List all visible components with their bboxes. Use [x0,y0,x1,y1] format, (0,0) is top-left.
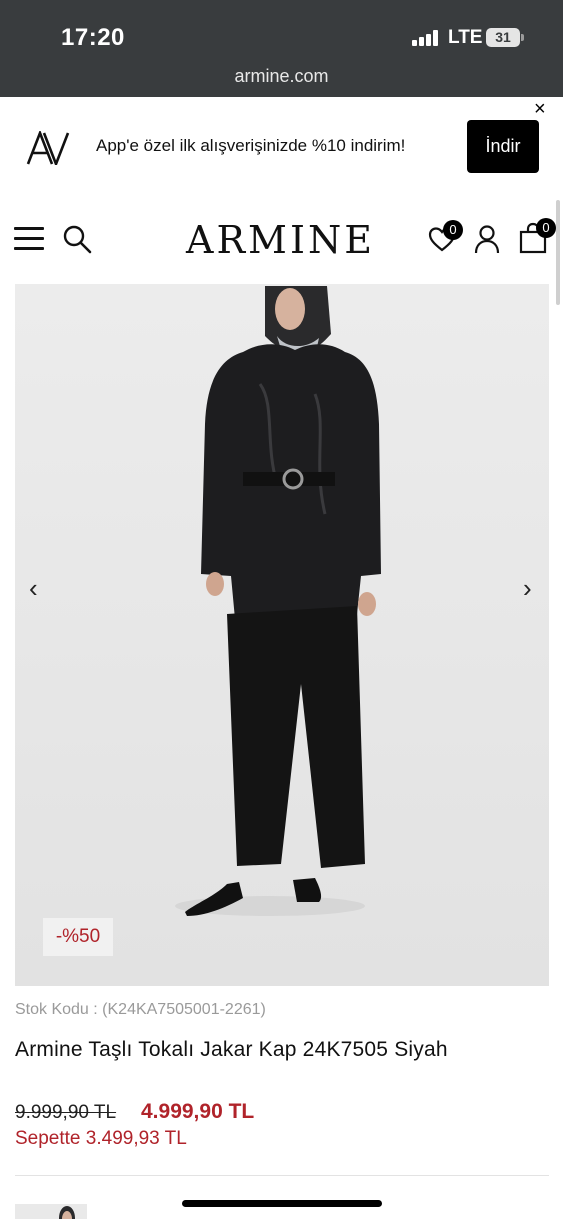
battery-nub [521,34,524,41]
sale-price: 4.999,90 TL [141,1100,255,1123]
browser-top-bar: 17:20 LTE 31 armine.com [0,0,563,97]
product-photo [15,284,549,986]
close-icon[interactable]: × [534,99,546,119]
product-image[interactable] [15,284,549,986]
discount-badge: -%50 [43,918,113,956]
network-type: LTE [448,27,483,48]
user-icon[interactable] [474,224,500,254]
basket-price: Sepette 3.499,93 TL [15,1128,187,1149]
banner-message: App'e özel ilk alışverişinizde %10 indir… [96,136,406,155]
download-app-button[interactable]: İndir [467,120,539,173]
status-time: 17:20 [61,24,125,51]
av-logo-icon [26,131,70,165]
signal-icon [412,30,440,46]
url-bar[interactable]: armine.com [0,66,563,87]
gallery-prev-button[interactable]: ‹ [29,575,38,601]
page-scrollbar[interactable] [556,200,560,305]
stock-code: Stok Kodu : (K24KA7505001-2261) [15,1001,266,1018]
search-icon[interactable] [62,224,92,254]
menu-icon[interactable] [14,227,44,251]
battery-icon: 31 [486,28,520,47]
site-logo[interactable]: ARMINE [186,218,375,262]
divider [15,1175,549,1176]
gallery-next-button[interactable]: › [523,575,532,601]
product-title: Armine Taşlı Tokalı Jakar Kap 24K7505 Si… [15,1038,448,1061]
product-thumbnail[interactable] [15,1204,87,1219]
cart-count-badge: 0 [536,218,556,238]
home-indicator[interactable] [182,1200,382,1207]
wishlist-count-badge: 0 [443,220,463,240]
old-price: 9.999,90 TL [15,1102,117,1123]
